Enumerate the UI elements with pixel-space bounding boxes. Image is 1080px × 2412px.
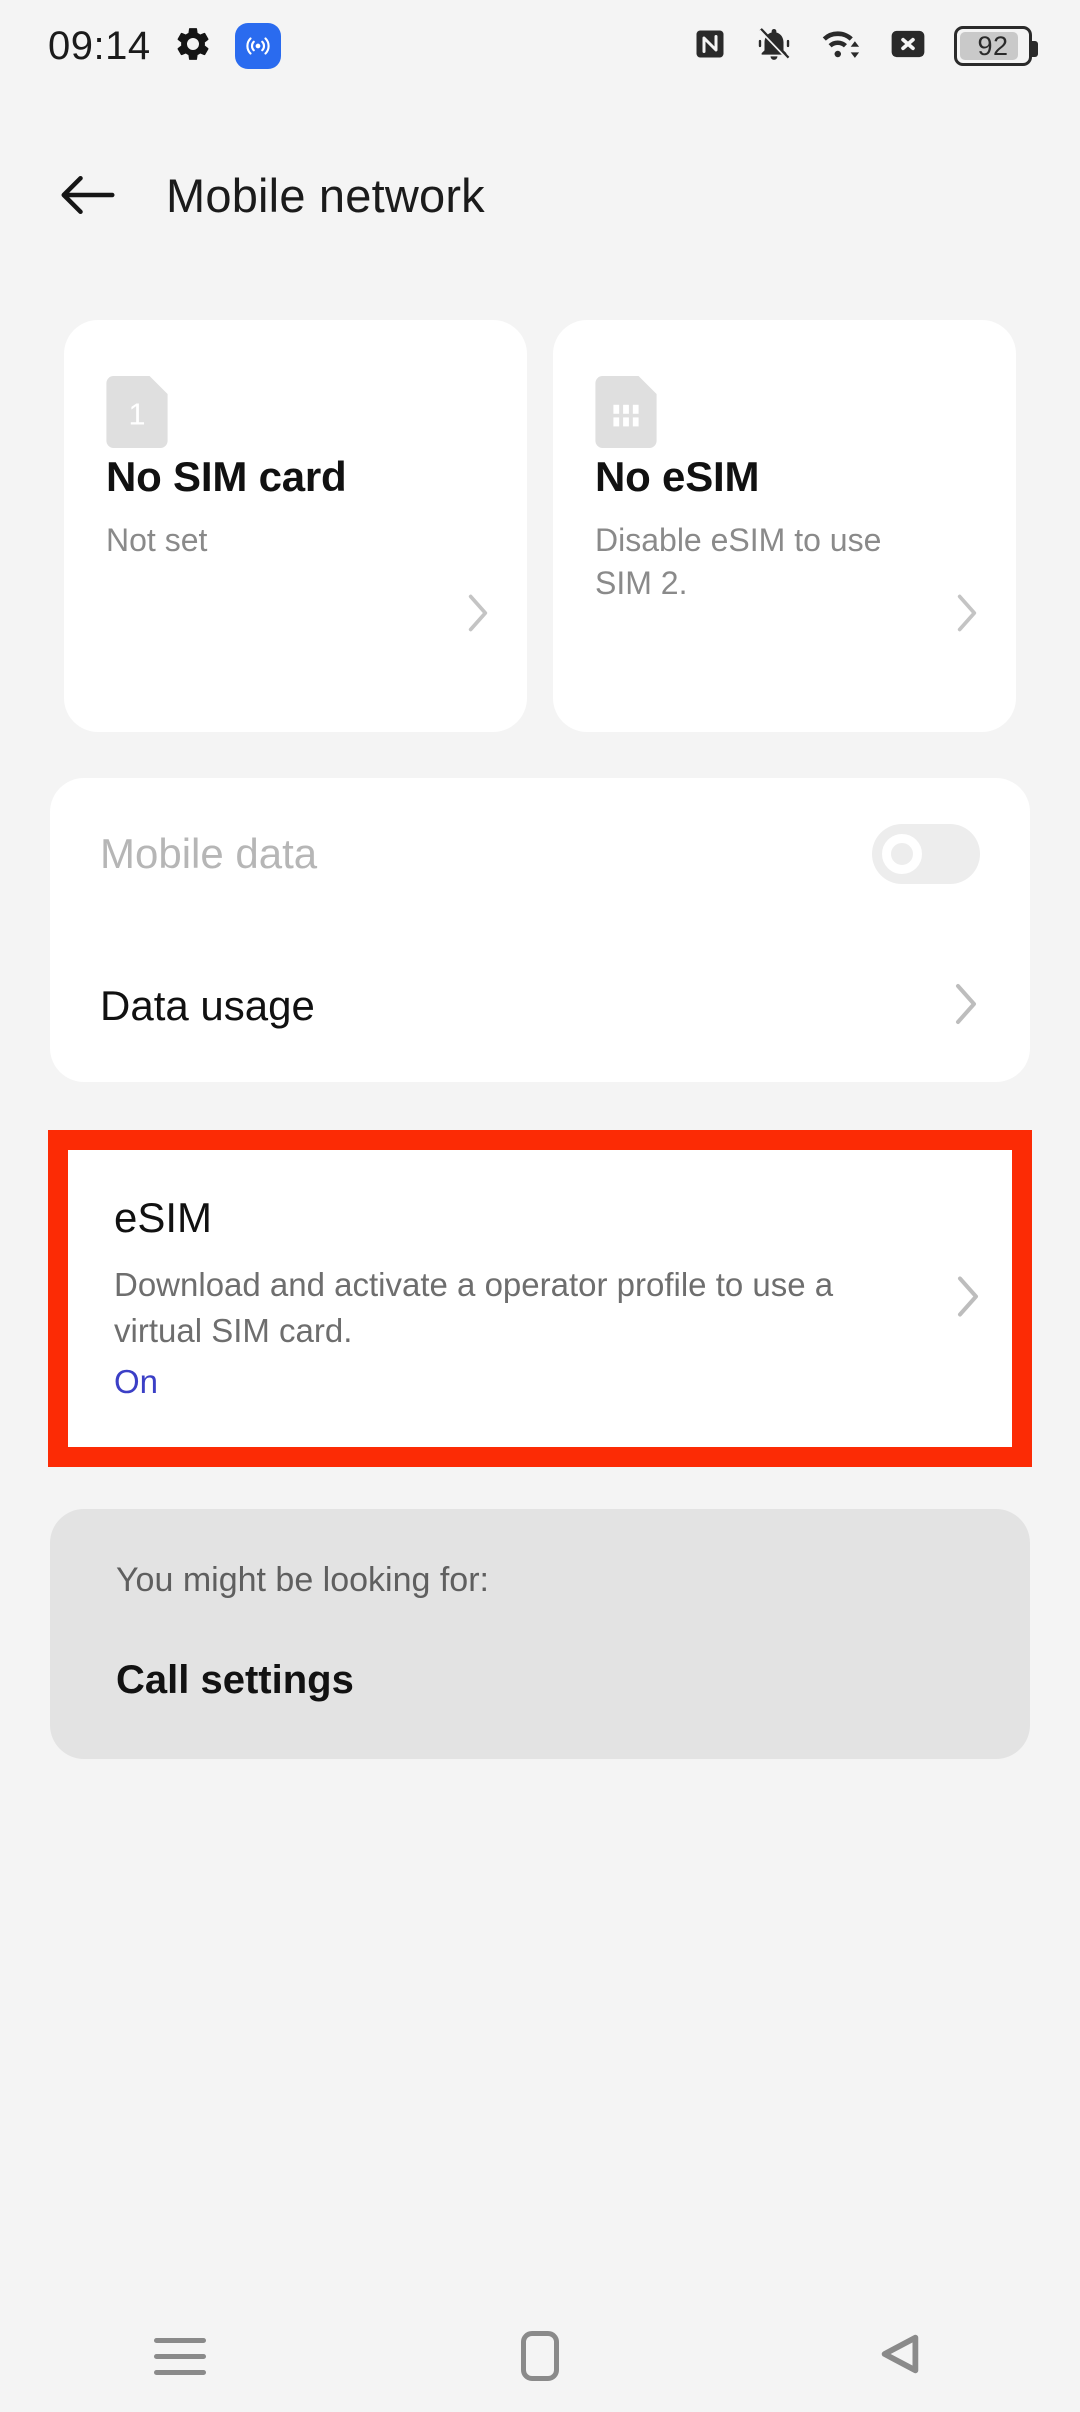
status-bar-right: 92 bbox=[692, 25, 1038, 68]
sim-card-1-icon: 1 bbox=[106, 376, 168, 452]
page-header: Mobile network bbox=[0, 140, 1080, 250]
chevron-right-icon bbox=[465, 591, 491, 640]
esim-title: eSIM bbox=[114, 1194, 213, 1241]
sim-card-subtitle: Disable eSIM to use SIM 2. bbox=[595, 522, 882, 601]
svg-text:1: 1 bbox=[128, 398, 145, 432]
esim-description: Download and activate a operator profile… bbox=[114, 1266, 834, 1349]
home-icon bbox=[521, 2331, 559, 2381]
esim-highlight-border: eSIM Download and activate a operator pr… bbox=[48, 1130, 1032, 1468]
battery-level: 92 bbox=[977, 30, 1009, 61]
chevron-right-icon bbox=[954, 591, 980, 640]
battery-indicator: 92 bbox=[954, 26, 1038, 66]
status-bar: 09:14 92 bbox=[0, 0, 1080, 92]
hotspot-icon bbox=[234, 23, 281, 69]
recents-icon bbox=[154, 2337, 206, 2375]
settings-content: 1 No SIM card Not set No eSIM Disable eS… bbox=[0, 320, 1080, 1760]
mobile-data-toggle[interactable] bbox=[872, 824, 980, 884]
page-title: Mobile network bbox=[166, 168, 485, 222]
data-usage-right bbox=[952, 980, 980, 1033]
row-mobile-data[interactable]: Mobile data bbox=[100, 778, 980, 930]
data-usage-label: Data usage bbox=[100, 982, 315, 1029]
nav-back-button[interactable] bbox=[840, 2316, 960, 2396]
sim-card-title: No SIM card bbox=[106, 453, 347, 500]
phone-screen: 09:14 92 Mobile network 1 No SIM card No… bbox=[0, 0, 1080, 2412]
ringer-muted-icon bbox=[754, 25, 794, 68]
esim-state-label: On bbox=[114, 1363, 159, 1401]
system-nav-bar bbox=[0, 2300, 1080, 2412]
chevron-right-icon bbox=[954, 1272, 982, 1325]
wifi-icon bbox=[820, 26, 862, 67]
toggle-knob bbox=[882, 834, 922, 874]
mobile-data-label: Mobile data bbox=[100, 830, 318, 877]
suggestions-card: You might be looking for: Call settings bbox=[50, 1509, 1030, 1760]
data-settings-panel: Mobile data Data usage bbox=[50, 778, 1030, 1082]
sim-card-title: No eSIM bbox=[595, 453, 760, 500]
gear-icon bbox=[173, 24, 213, 69]
suggestion-item-call-settings[interactable]: Call settings bbox=[50, 1658, 1030, 1703]
back-triangle-icon bbox=[875, 2330, 925, 2383]
status-clock: 09:14 bbox=[48, 23, 151, 68]
row-data-usage[interactable]: Data usage bbox=[100, 930, 980, 1082]
back-arrow-icon[interactable] bbox=[60, 167, 116, 223]
sim-cards-row: 1 No SIM card Not set No eSIM Disable eS… bbox=[0, 320, 1080, 732]
suggestions-heading: You might be looking for: bbox=[116, 1561, 489, 1600]
mobile-data-right bbox=[872, 824, 980, 884]
esim-settings-row[interactable]: eSIM Download and activate a operator pr… bbox=[68, 1150, 1012, 1448]
no-sim-icon bbox=[888, 26, 928, 67]
sim-card-physical[interactable]: 1 No SIM card Not set bbox=[64, 320, 527, 732]
esim-chip-icon bbox=[595, 376, 657, 452]
sim-card-subtitle: Not set bbox=[106, 522, 208, 558]
status-bar-left: 09:14 bbox=[48, 23, 281, 69]
nav-recents-button[interactable] bbox=[120, 2316, 240, 2396]
nav-home-button[interactable] bbox=[480, 2316, 600, 2396]
nfc-icon bbox=[692, 26, 728, 67]
sim-card-esim[interactable]: No eSIM Disable eSIM to use SIM 2. bbox=[553, 320, 1016, 732]
chevron-right-icon bbox=[952, 980, 980, 1033]
